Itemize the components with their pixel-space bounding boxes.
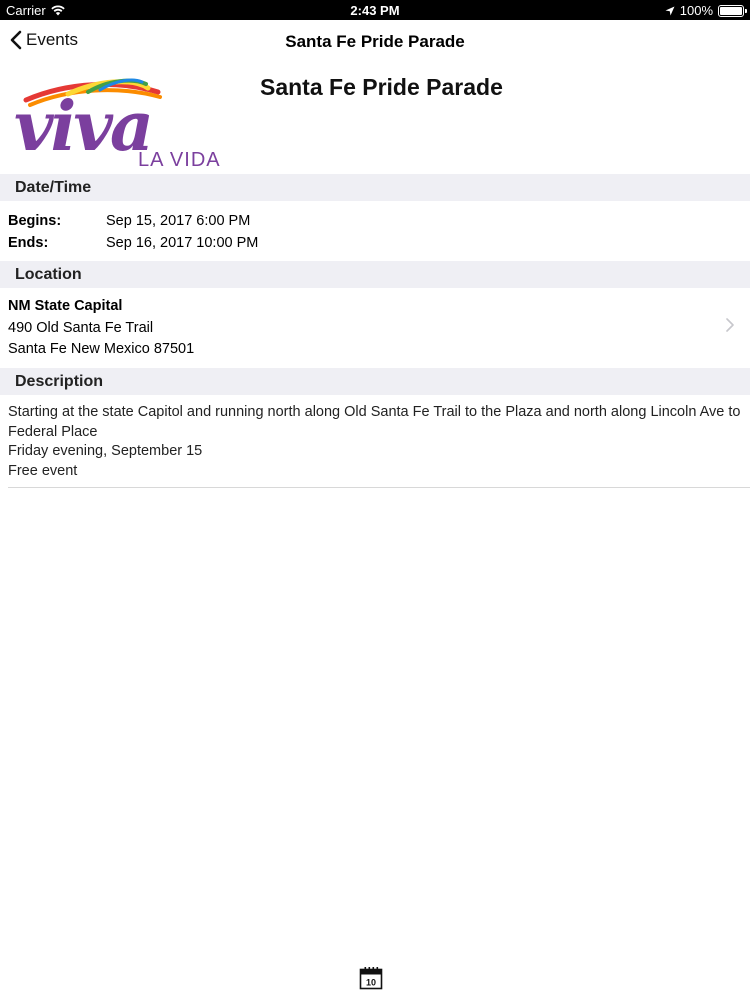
location-address-line2: Santa Fe New Mexico 87501 [8, 341, 195, 357]
location-address-line1: 490 Old Santa Fe Trail [8, 319, 154, 336]
begins-value: Sep 15, 2017 6:00 PM [106, 213, 251, 229]
section-header-location: Location [0, 261, 750, 288]
divider [8, 487, 750, 488]
battery-percent: 100% [679, 3, 713, 18]
begins-row: Begins: Sep 15, 2017 6:00 PM [8, 210, 258, 232]
datetime-block: Begins: Sep 15, 2017 6:00 PM Ends: Sep 1… [8, 210, 258, 254]
description-text: Starting at the state Capitol and runnin… [8, 403, 743, 481]
section-header-description: Description [0, 368, 750, 395]
nav-title: Santa Fe Pride Parade [285, 32, 465, 51]
begins-label: Begins: [8, 213, 62, 229]
location-text: NM State Capital 490 Old Santa Fe Trail … [8, 296, 194, 361]
location-cell[interactable]: NM State Capital 490 Old Santa Fe Trail … [0, 288, 750, 368]
svg-text:LA VIDA: LA VIDA [138, 149, 221, 170]
ends-row: Ends: Sep 16, 2017 10:00 PM [8, 232, 258, 254]
chevron-left-icon [10, 30, 22, 50]
back-button-label: Events [26, 30, 78, 49]
viva-la-vida-logo: viva LA VIDA [14, 78, 221, 170]
battery-icon [718, 4, 747, 17]
navigation-bar: Events Santa Fe Pride Parade [0, 20, 750, 64]
event-title: Santa Fe Pride Parade [260, 74, 503, 100]
location-arrow-icon [665, 6, 675, 15]
status-right: 100% [665, 3, 747, 18]
ends-value: Sep 16, 2017 10:00 PM [106, 235, 259, 251]
back-button[interactable]: Events [10, 30, 78, 50]
section-header-datetime: Date/Time [0, 174, 750, 201]
description-line: Friday evening, September 15 [8, 443, 203, 459]
event-hero: viva LA VIDA Santa Fe Pride Parade [0, 64, 750, 174]
calendar-icon[interactable]: 10 [359, 966, 383, 990]
description-line: Starting at the state Capitol and runnin… [8, 404, 741, 440]
location-name: NM State Capital [8, 298, 123, 314]
svg-text:10: 10 [366, 978, 376, 988]
status-bar: Carrier 2:43 PM 100% [0, 0, 750, 20]
chevron-right-icon [726, 318, 734, 332]
description-line: Free event [8, 462, 78, 479]
ends-label: Ends: [8, 235, 49, 251]
svg-text:viva: viva [14, 87, 151, 167]
status-time: 2:43 PM [350, 3, 400, 18]
